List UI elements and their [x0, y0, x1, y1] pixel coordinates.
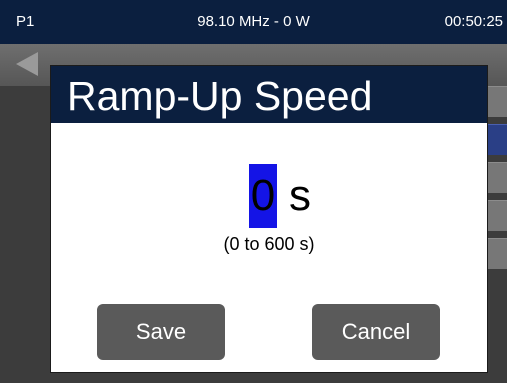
- background-row-selected: [486, 124, 507, 155]
- value-digit-input[interactable]: 0: [249, 164, 277, 228]
- ramp-up-speed-dialog: Ramp-Up Speed 0s (0 to 600 s) Save Cance…: [51, 66, 487, 372]
- left-arrow-icon: [16, 52, 38, 76]
- background-row: [486, 238, 507, 269]
- value-editor: 0s: [51, 164, 487, 228]
- clock: 00:50:25: [444, 13, 503, 30]
- background-row: [486, 86, 507, 117]
- screen: P1 98.10 MHz - 0 W 00:50:25 Ramp-Up Spee…: [0, 0, 507, 383]
- dialog-title: Ramp-Up Speed: [67, 73, 373, 119]
- status-bar: P1 98.10 MHz - 0 W 00:50:25: [0, 0, 507, 44]
- frequency-power-readout: 98.10 MHz - 0 W: [197, 13, 310, 30]
- background-row: [486, 162, 507, 193]
- cancel-button[interactable]: Cancel: [312, 304, 440, 360]
- range-hint: (0 to 600 s): [223, 234, 315, 254]
- background-row: [486, 200, 507, 231]
- value-unit: s: [289, 171, 311, 220]
- save-button[interactable]: Save: [97, 304, 225, 360]
- dialog-title-bar: Ramp-Up Speed: [51, 66, 487, 123]
